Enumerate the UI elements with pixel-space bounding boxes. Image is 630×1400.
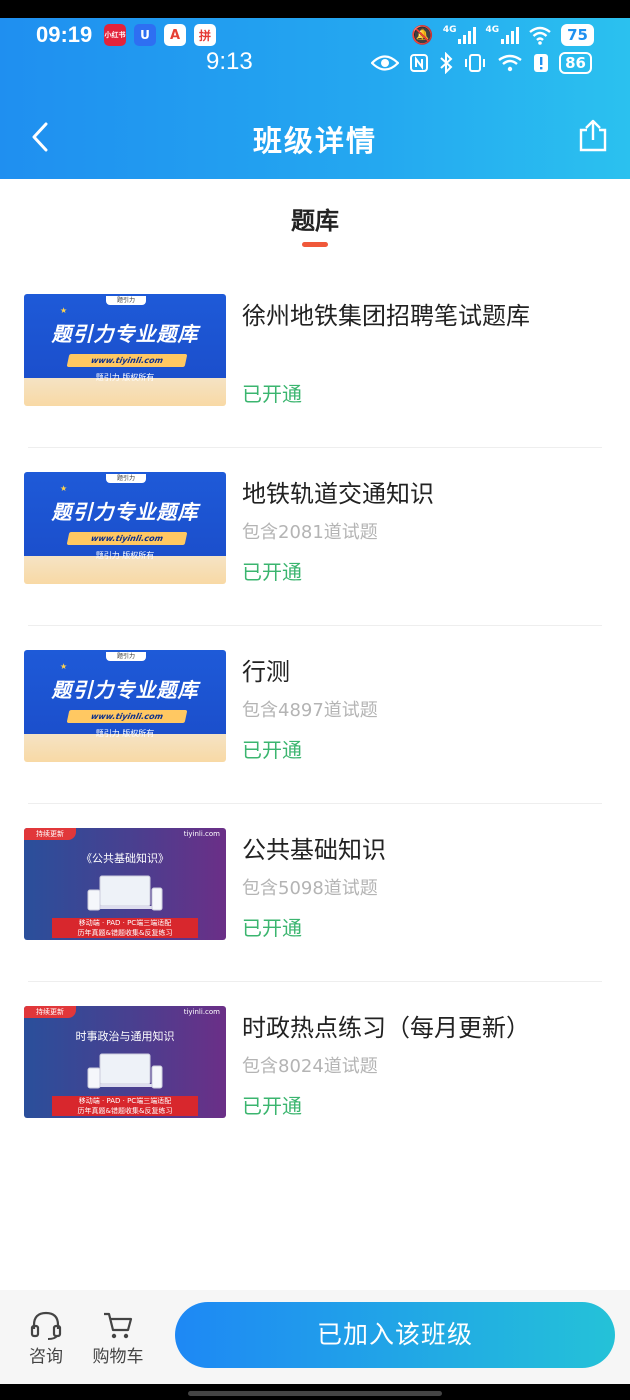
- thumb-update-tag: 持续更新: [24, 828, 76, 840]
- signal-1: 4G: [443, 26, 477, 44]
- signal-label: 4G: [442, 25, 457, 35]
- item-title: 徐州地铁集团招聘笔试题库: [242, 302, 530, 330]
- eye-icon: [371, 55, 400, 71]
- item-thumbnail: 题引力 ★ 题引力专业题库 www.tiyinli.com 题引力 版权所有: [24, 294, 226, 406]
- battery-indicator: 75: [561, 24, 594, 46]
- thumb-banner-line: 移动端 · PAD · PC端三端适配: [78, 1097, 172, 1105]
- item-title: 时政热点练习（每月更新）: [242, 1014, 530, 1042]
- status-time: 09:19: [36, 22, 93, 47]
- header: 09:19 小红书 U A 拼 🔕 4G 4G 75 9:13 86 班级详情: [0, 18, 630, 179]
- star-icon: ★: [60, 662, 68, 671]
- thumb-brand: tiyinli.com: [183, 1008, 220, 1016]
- nfc-icon: [410, 54, 429, 72]
- thumb-logo: 题引力: [106, 474, 146, 483]
- share-button[interactable]: [578, 118, 608, 152]
- thumb-main-text: 题引力专业题库: [51, 678, 199, 702]
- item-thumbnail: 持续更新 tiyinli.com 时事政治与通用知识 移动端 · PAD · P…: [24, 1006, 226, 1118]
- alert-icon: [534, 54, 549, 72]
- system-top-edge: [0, 0, 630, 18]
- wifi-icon: [498, 54, 522, 72]
- item-thumbnail: 题引力 ★ 题引力专业题库 www.tiyinli.com 题引力 版权所有: [24, 650, 226, 762]
- item-count: 包含4897道试题: [242, 700, 378, 721]
- thumb-logo: 题引力: [106, 296, 146, 305]
- mute-icon: 🔕: [411, 24, 434, 46]
- pinduoduo-app-icon: 拼: [194, 24, 216, 46]
- home-indicator: [188, 1391, 442, 1396]
- thumb-url: www.tiyinli.com: [66, 710, 188, 723]
- list-item[interactable]: 题引力 ★ 题引力专业题库 www.tiyinli.com 题引力 版权所有 地…: [0, 448, 630, 626]
- bluetooth-icon: [440, 52, 453, 74]
- status-app-icons: 小红书 U A 拼: [104, 24, 216, 46]
- thumb-banner-line: 移动端 · PAD · PC端三端适配: [78, 919, 172, 927]
- wifi-icon: [529, 26, 551, 45]
- cart-label: 购物车: [92, 1347, 144, 1367]
- list-item[interactable]: 持续更新 tiyinli.com 《公共基础知识》 移动端 · PAD · PC…: [0, 804, 630, 982]
- list-item[interactable]: 题引力 ★ 题引力专业题库 www.tiyinli.com 题引力 版权所有 行…: [0, 626, 630, 804]
- thumb-update-tag: 持续更新: [24, 1006, 76, 1018]
- inner-battery-indicator: 86: [559, 52, 592, 74]
- item-title: 行测: [242, 658, 290, 686]
- item-count: 包含8024道试题: [242, 1056, 378, 1077]
- thumb-banner: 移动端 · PAD · PC端三端适配 历年真题&错题收集&反复练习: [52, 1096, 198, 1116]
- inner-status-time: 9:13: [206, 48, 253, 75]
- section-tab-title[interactable]: 题库: [0, 201, 630, 236]
- xiaohongshu-app-icon: 小红书: [104, 24, 126, 46]
- item-title: 公共基础知识: [242, 836, 386, 864]
- signal-2: 4G: [485, 25, 520, 44]
- section-tab-underline: [302, 242, 328, 247]
- item-status: 已开通: [242, 382, 302, 406]
- item-status: 已开通: [242, 916, 302, 940]
- signal-bars-icon: [501, 26, 520, 44]
- joined-class-button[interactable]: 已加入该班级: [175, 1302, 615, 1368]
- item-thumbnail: 题引力 ★ 题引力专业题库 www.tiyinli.com 题引力 版权所有: [24, 472, 226, 584]
- status-right: 🔕 4G 4G 75: [411, 24, 594, 46]
- signal-bars-icon: [458, 26, 477, 44]
- item-count: 包含5098道试题: [242, 878, 378, 899]
- cart-icon: [104, 1312, 133, 1339]
- bottom-bar: 咨询 购物车 已加入该班级: [0, 1290, 630, 1384]
- inner-status-right: 86: [371, 52, 592, 74]
- thumb-copyright: 题引力 版权所有: [95, 729, 155, 738]
- consult-label: 咨询: [29, 1347, 63, 1367]
- share-icon: [579, 119, 607, 152]
- thumb-url: www.tiyinli.com: [66, 354, 188, 367]
- cart-button[interactable]: 购物车: [88, 1310, 148, 1367]
- thumb-copyright: 题引力 版权所有: [95, 373, 155, 382]
- devices-icon: [87, 875, 163, 911]
- item-title: 地铁轨道交通知识: [242, 480, 434, 508]
- thumb-copyright: 题引力 版权所有: [95, 551, 155, 560]
- page-title: 班级详情: [252, 124, 377, 158]
- item-thumbnail: 持续更新 tiyinli.com 《公共基础知识》 移动端 · PAD · PC…: [24, 828, 226, 940]
- thumb-banner: 移动端 · PAD · PC端三端适配 历年真题&错题收集&反复练习: [52, 918, 198, 938]
- star-icon: ★: [60, 484, 68, 493]
- thumb-url: www.tiyinli.com: [66, 532, 188, 545]
- devices-icon: [87, 1053, 163, 1089]
- u-app-icon: U: [134, 24, 156, 46]
- thumb-heading: 《公共基础知识》: [81, 852, 169, 865]
- thumb-logo: 题引力: [106, 652, 146, 661]
- item-status: 已开通: [242, 1094, 302, 1118]
- item-status: 已开通: [242, 560, 302, 584]
- consult-button[interactable]: 咨询: [16, 1310, 76, 1367]
- list-item[interactable]: 题引力 ★ 题引力专业题库 www.tiyinli.com 题引力 版权所有 徐…: [0, 270, 630, 448]
- headset-icon: [30, 1311, 62, 1340]
- thumb-banner-line: 历年真题&错题收集&反复练习: [77, 929, 173, 937]
- item-count: 包含2081道试题: [242, 522, 378, 543]
- item-status: 已开通: [242, 738, 302, 762]
- list-item[interactable]: 持续更新 tiyinli.com 时事政治与通用知识 移动端 · PAD · P…: [0, 982, 630, 1160]
- vibrate-icon: [465, 54, 486, 72]
- thumb-heading: 时事政治与通用知识: [75, 1030, 175, 1043]
- star-icon: ★: [60, 306, 68, 315]
- signal-label: 4G: [485, 25, 500, 35]
- a-app-icon: A: [164, 24, 186, 46]
- thumb-main-text: 题引力专业题库: [51, 322, 199, 346]
- thumb-brand: tiyinli.com: [183, 830, 220, 838]
- thumb-banner-line: 历年真题&错题收集&反复练习: [77, 1107, 173, 1115]
- thumb-main-text: 题引力专业题库: [51, 500, 199, 524]
